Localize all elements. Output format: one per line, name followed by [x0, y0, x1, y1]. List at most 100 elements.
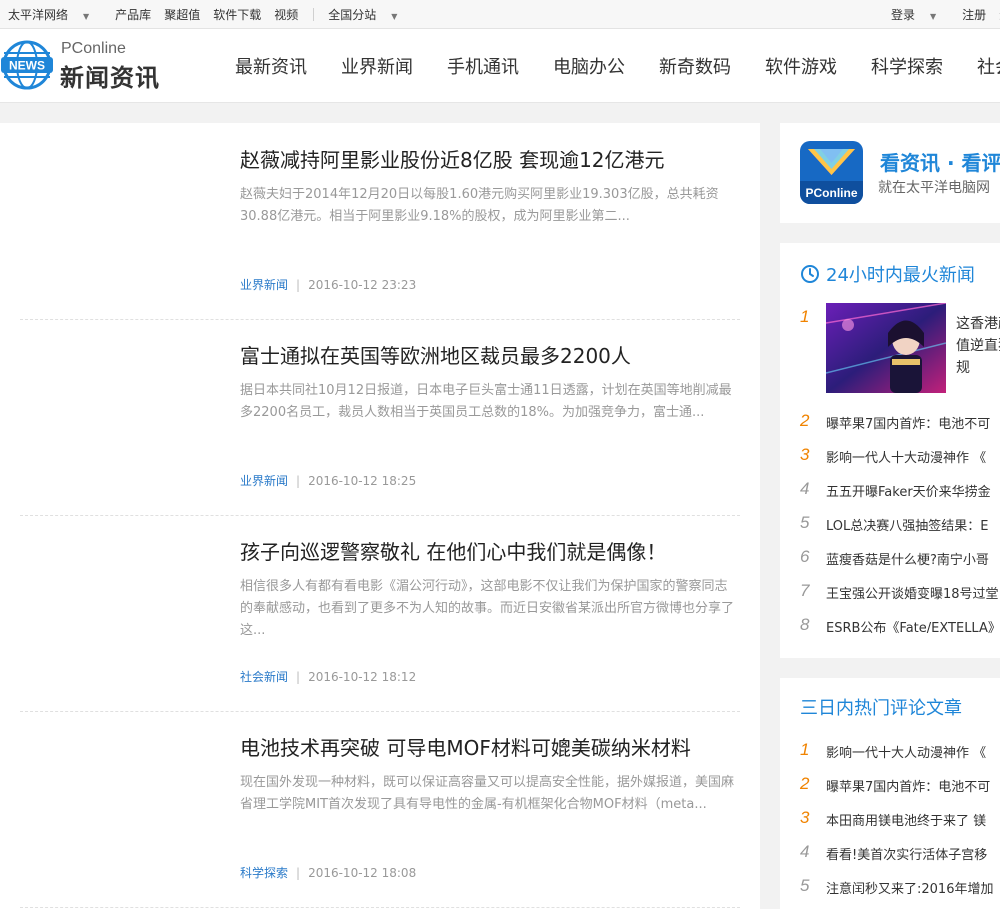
featured-news-image[interactable]	[826, 303, 946, 393]
hot-comments-panel: 三日内热门评论文章 1 影响一代十大人动漫神作 《 2 曝苹果7国内首炸：电池不…	[780, 678, 1000, 909]
login-link[interactable]: 登录 ▼	[891, 6, 949, 23]
featured-news-text[interactable]: 这香港颜值逆直犯规	[956, 313, 1000, 379]
article-date: 2016-10-12 18:12	[308, 670, 417, 684]
top-link-deals[interactable]: 聚超值	[164, 6, 200, 23]
rank-number: 1	[800, 307, 810, 326]
hot-news-text: 王宝强公开谈婚变曝18号过堂	[826, 587, 999, 602]
article-title[interactable]: 电池技术再突破 可导电MOF材料可媲美碳纳米材料	[240, 732, 691, 761]
hot-news-title-text: 24小时内最火新闻	[826, 265, 975, 286]
article-title[interactable]: 孩子向巡逻警察敬礼 在他们心中我们就是偶像！	[240, 536, 666, 565]
banner-subtitle: 就在太平洋电脑网	[878, 180, 990, 196]
article-item: 富士通拟在英国等欧洲地区裁员最多2200人 据日本共同社10月12日报道，日本电…	[20, 319, 740, 516]
comment-news-text: 看看!美首次实行活体子宫移	[826, 848, 988, 863]
site-header: NEWS PConline 新闻资讯 最新资讯 业界新闻 手机通讯 电脑办公 新…	[0, 29, 1000, 103]
region-selector[interactable]: 全国分站 ▼	[328, 6, 410, 23]
hot-news-item[interactable]: 7 王宝强公开谈婚变曝18号过堂	[800, 581, 1000, 605]
article-meta: 科学探索 | 2016-10-12 18:08	[240, 864, 416, 881]
article-thumbnail[interactable]	[20, 143, 220, 283]
hot-news-item[interactable]: 6 蓝瘦香菇是什么梗?南宁小哥	[800, 547, 1000, 571]
rank-number: 5	[800, 876, 810, 895]
comment-news-item[interactable]: 2 曝苹果7国内首炸：电池不可	[800, 774, 1000, 798]
nav-item-pc-office[interactable]: 电脑办公	[553, 53, 625, 79]
hot-news-item[interactable]: 2 曝苹果7国内首炸：电池不可	[800, 411, 1000, 435]
sidebar-banner[interactable]: PConline 看资讯 · 看评 就在太平洋电脑网	[780, 123, 1000, 223]
hot-news-text: 五五开曝Faker天价来华捞金	[826, 485, 991, 500]
top-link-products[interactable]: 产品库	[115, 6, 151, 23]
nav-item-latest[interactable]: 最新资讯	[235, 53, 307, 79]
logo-title: 新闻资讯	[60, 64, 160, 92]
globe-icon: NEWS	[1, 40, 53, 90]
article-category[interactable]: 业界新闻	[240, 278, 288, 292]
divider: |	[296, 278, 301, 292]
rank-number: 1	[800, 740, 810, 759]
nav-item-society[interactable]: 社会	[977, 53, 1000, 79]
article-meta: 业界新闻 | 2016-10-12 23:23	[240, 276, 416, 293]
rank-number: 2	[800, 774, 810, 793]
login-label: 登录	[891, 7, 916, 22]
article-thumbnail[interactable]	[20, 339, 220, 479]
article-category[interactable]: 业界新闻	[240, 474, 288, 488]
main-nav: 最新资讯 业界新闻 手机通讯 电脑办公 新奇数码 软件游戏 科学探索 社会	[235, 29, 1000, 102]
hot-news-item[interactable]: 4 五五开曝Faker天价来华捞金	[800, 479, 1000, 503]
nav-item-gadgets[interactable]: 新奇数码	[659, 53, 731, 79]
divider: |	[296, 866, 301, 880]
hot-news-item[interactable]: 3 影响一代人十大动漫神作 《	[800, 445, 1000, 469]
article-category[interactable]: 科学探索	[240, 866, 288, 880]
divider: |	[296, 474, 301, 488]
account-links: 登录▼ 注册 进入	[891, 0, 1000, 28]
rank-number: 8	[800, 615, 810, 634]
chevron-down-icon: ▼	[930, 11, 937, 21]
article-item: 赵薇减持阿里影业股份近8亿股 套现逾12亿港元 赵薇夫妇于2014年12月20日…	[20, 123, 740, 320]
rank-number: 5	[800, 513, 810, 532]
rank-number: 3	[800, 808, 810, 827]
article-summary: 据日本共同社10月12日报道，日本电子巨头富士通11日透露，计划在英国等地削减最…	[240, 383, 732, 420]
hot-news-text: LOL总决赛八强抽签结果：E	[826, 519, 989, 534]
top-link-label: 太平洋网络	[8, 7, 69, 22]
pconline-app-icon: PConline	[800, 141, 863, 204]
article-meta: 社会新闻 | 2016-10-12 18:12	[240, 668, 416, 685]
site-logo[interactable]: NEWS PConline 新闻资讯	[0, 37, 190, 93]
hot-news-item[interactable]: 8 ESRB公布《Fate/EXTELLA》	[800, 615, 1000, 639]
comment-news-item[interactable]: 5 注意闰秒又来了:2016年增加	[800, 876, 1000, 900]
top-link-pcnetwork[interactable]: 太平洋网络 ▼	[8, 6, 102, 23]
article-item: 电池技术再突破 可导电MOF材料可媲美碳纳米材料 现在国外发现一种材料，既可以保…	[20, 711, 740, 908]
article-title[interactable]: 富士通拟在英国等欧洲地区裁员最多2200人	[240, 340, 631, 369]
banner-logo-text: PConline	[805, 186, 857, 200]
rank-number: 4	[800, 479, 810, 498]
divider	[313, 7, 315, 21]
article-list: 赵薇减持阿里影业股份近8亿股 套现逾12亿港元 赵薇夫妇于2014年12月20日…	[0, 123, 760, 909]
article-thumbnail[interactable]	[20, 535, 220, 675]
hot-comments-title: 三日内热门评论文章	[800, 698, 962, 719]
divider: |	[296, 670, 301, 684]
comment-news-text: 本田商用镁电池终于来了 镁	[826, 814, 987, 829]
hot-news-title: 24小时内最火新闻	[800, 261, 975, 287]
article-title[interactable]: 赵薇减持阿里影业股份近8亿股 套现逾12亿港元	[240, 144, 665, 173]
comment-news-item[interactable]: 3 本田商用镁电池终于来了 镁	[800, 808, 1000, 832]
rank-number: 3	[800, 445, 810, 464]
article-date: 2016-10-12 18:08	[308, 866, 417, 880]
hot-news-text: 曝苹果7国内首炸：电池不可	[826, 417, 991, 432]
nav-item-science[interactable]: 科学探索	[871, 53, 943, 79]
comment-news-item[interactable]: 1 影响一代十大人动漫神作 《	[800, 740, 1000, 764]
article-date: 2016-10-12 18:25	[308, 474, 417, 488]
hot-news-item[interactable]: 5 LOL总决赛八强抽签结果：E	[800, 513, 1000, 537]
clock-icon	[801, 265, 819, 283]
hot-news-text: 影响一代人十大动漫神作 《	[826, 451, 987, 466]
article-thumbnail[interactable]	[20, 731, 220, 871]
nav-item-software-games[interactable]: 软件游戏	[765, 53, 837, 79]
nav-item-industry[interactable]: 业界新闻	[341, 53, 413, 79]
top-utility-bar: 太平洋网络▼ 产品库 聚超值 软件下载 视频 全国分站▼ 登录▼ 注册 进入	[0, 0, 1000, 29]
top-link-video[interactable]: 视频	[274, 6, 298, 23]
register-link[interactable]: 注册	[962, 6, 986, 23]
top-link-software[interactable]: 软件下载	[213, 6, 261, 23]
chevron-down-icon: ▼	[83, 11, 90, 21]
hot-news-panel: 24小时内最火新闻 1 这香港颜值逆直犯规 2 曝苹果7国内首炸：电池	[780, 243, 1000, 658]
article-meta: 业界新闻 | 2016-10-12 18:25	[240, 472, 416, 489]
article-category[interactable]: 社会新闻	[240, 670, 288, 684]
article-summary: 相信很多人有都有看电影《湄公河行动》，这部电影不仅让我们为保护国家的警察同志的奉…	[240, 579, 735, 638]
hot-news-text: 蓝瘦香菇是什么梗?南宁小哥	[826, 553, 989, 568]
nav-item-mobile[interactable]: 手机通讯	[447, 53, 519, 79]
comment-news-text: 影响一代十大人动漫神作 《	[826, 746, 987, 761]
top-links: 太平洋网络 ▼ 产品库 聚超值 软件下载 视频 全国分站 ▼	[8, 0, 423, 28]
comment-news-item[interactable]: 4 看看!美首次实行活体子宫移	[800, 842, 1000, 866]
